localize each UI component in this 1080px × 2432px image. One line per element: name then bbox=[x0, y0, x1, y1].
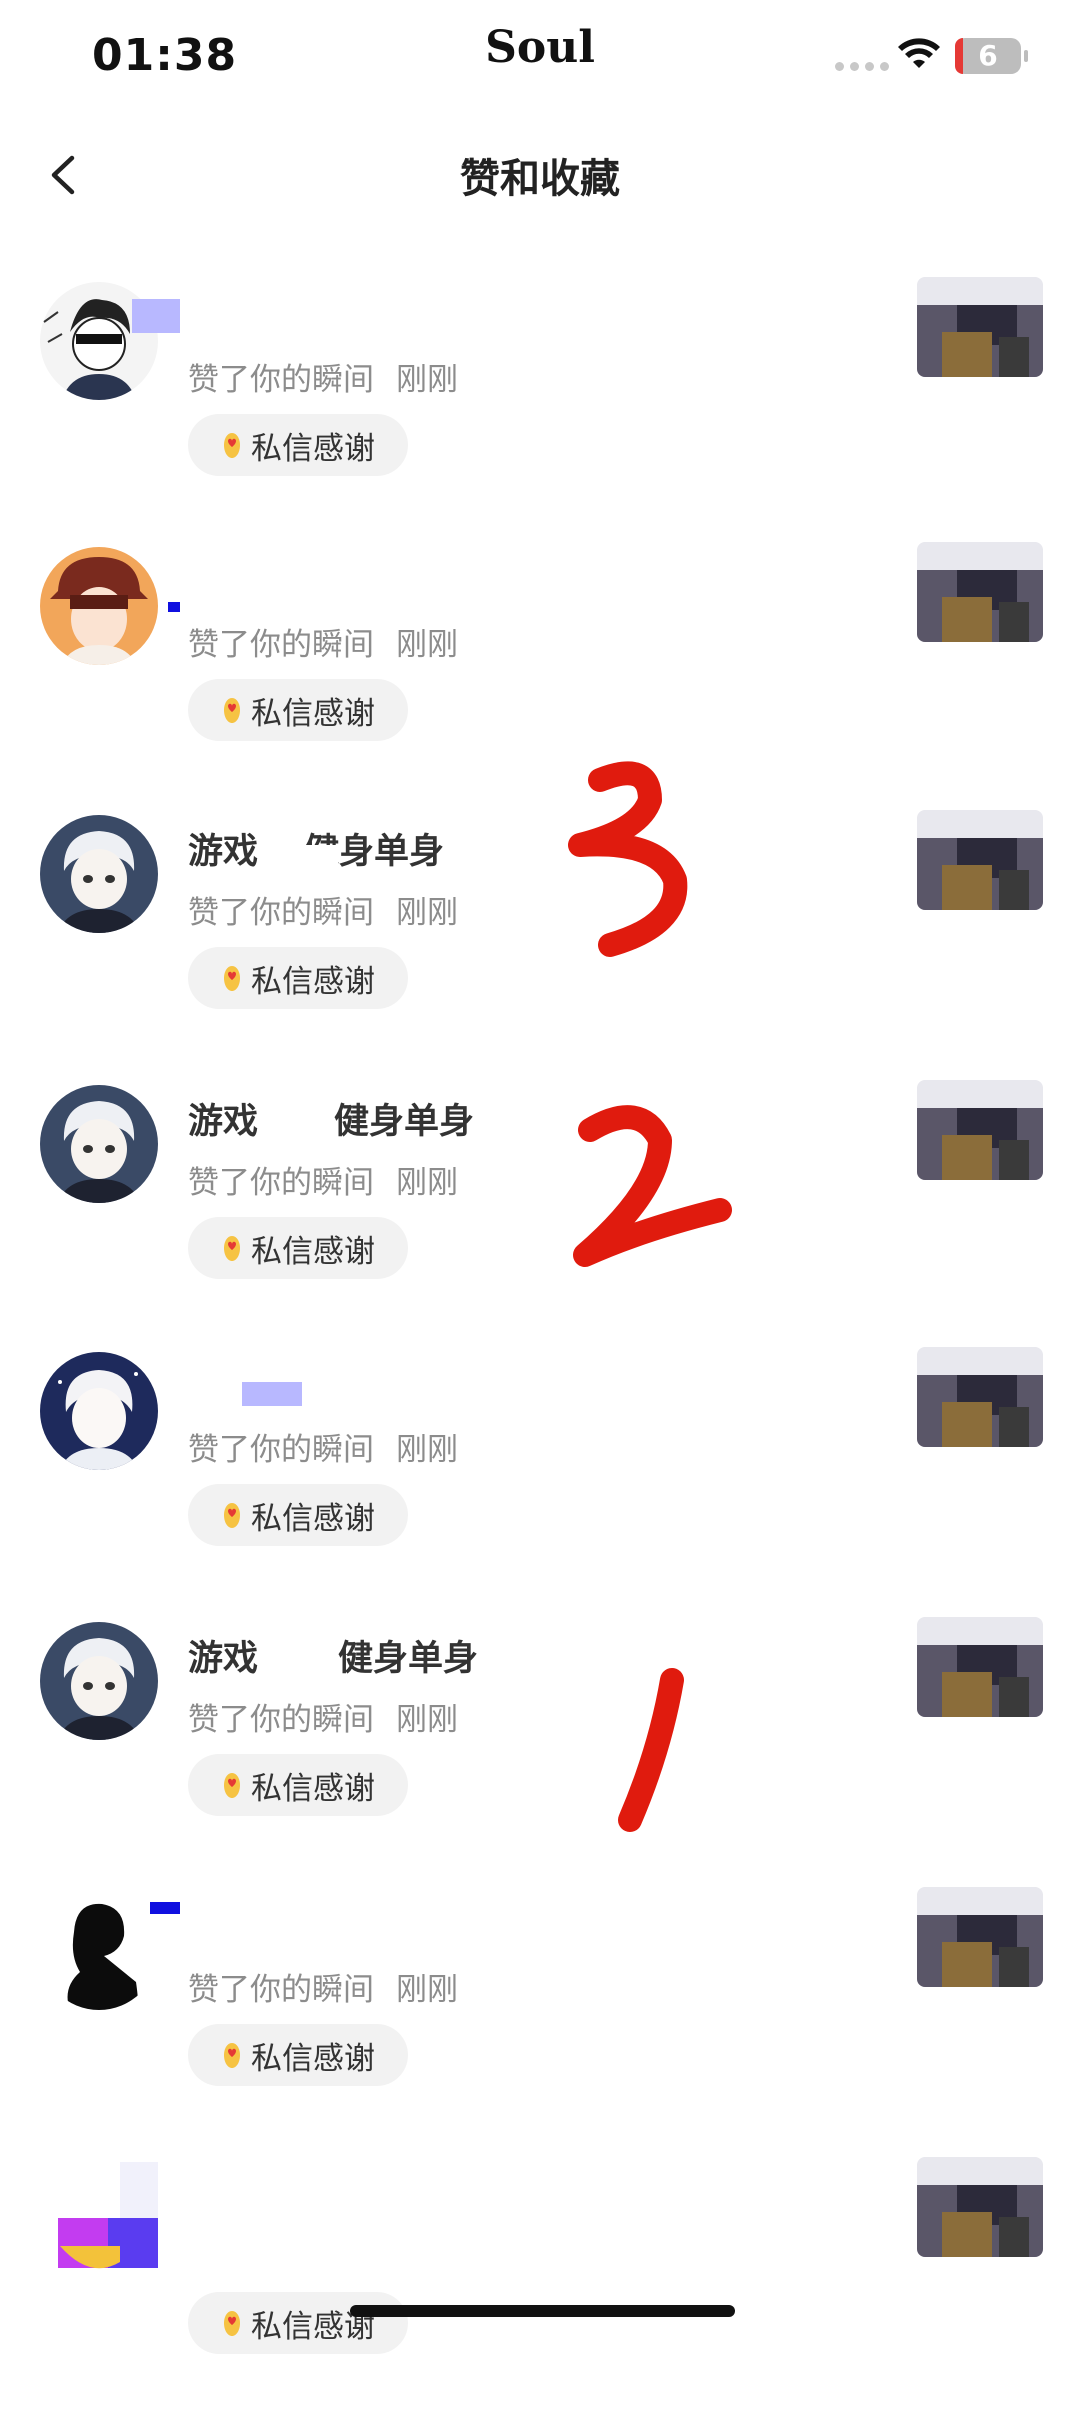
redaction bbox=[132, 299, 180, 333]
list-item[interactable]: 赞了你的瞬间 刚刚 私信感谢 bbox=[0, 277, 1080, 552]
avatar[interactable] bbox=[40, 1622, 158, 1740]
user-name-text: 游戏 bbox=[188, 1639, 259, 1679]
list-item[interactable]: 游戏 健身单身 赞了你的瞬间 刚刚 私信感谢 bbox=[0, 1080, 1080, 1355]
likes-list: 赞了你的瞬间 刚刚 私信感谢 赞了你的瞬间 刚刚 私信感谢 游戏 健身单身 赞了… bbox=[0, 0, 1080, 2354]
moment-thumbnail[interactable] bbox=[917, 1617, 1043, 1717]
moment-thumbnail[interactable] bbox=[917, 1347, 1043, 1447]
heart-hand-icon bbox=[224, 966, 240, 991]
time-label: 刚刚 bbox=[396, 362, 458, 398]
user-name-suffix: 健身单身 bbox=[334, 1102, 475, 1142]
user-name-text: 游戏 bbox=[188, 832, 259, 872]
avatar[interactable] bbox=[40, 1892, 158, 2010]
activity-text: 赞了你的瞬间 刚刚 bbox=[188, 1964, 458, 2009]
activity-text: 赞了你的瞬间 刚刚 bbox=[188, 1424, 458, 1469]
avatar[interactable] bbox=[40, 1085, 158, 1203]
thanks-button[interactable]: 私信感谢 bbox=[188, 414, 408, 476]
user-name: 游戏 健身单身 bbox=[188, 1093, 474, 1144]
redaction bbox=[298, 845, 338, 891]
time-label: 刚刚 bbox=[396, 1702, 458, 1738]
action-label: 赞了你的瞬间 bbox=[188, 1165, 374, 1201]
list-item[interactable]: 游戏 健身单身 赞了你的瞬间 刚刚 私信感谢 bbox=[0, 1617, 1080, 1892]
annotation-mark-3 bbox=[568, 761, 688, 957]
thanks-label: 私信感谢 bbox=[251, 1233, 375, 1270]
time-label: 刚刚 bbox=[396, 627, 458, 663]
activity-text: 赞了你的瞬间 刚刚 bbox=[188, 1157, 458, 1202]
heart-hand-icon bbox=[224, 1503, 240, 1528]
avatar[interactable] bbox=[40, 815, 158, 933]
action-label: 赞了你的瞬间 bbox=[188, 627, 374, 663]
heart-hand-icon bbox=[224, 1236, 240, 1261]
moment-thumbnail[interactable] bbox=[917, 277, 1043, 377]
redaction bbox=[168, 602, 180, 612]
thanks-button[interactable]: 私信感谢 bbox=[188, 1754, 408, 1816]
heart-hand-icon bbox=[224, 698, 240, 723]
thanks-button[interactable]: 私信感谢 bbox=[188, 2292, 408, 2354]
moment-thumbnail[interactable] bbox=[917, 1887, 1043, 1987]
time-label: 刚刚 bbox=[396, 895, 458, 931]
user-name-suffix: 健身单身 bbox=[338, 1639, 479, 1679]
list-item[interactable]: 私信感谢 bbox=[0, 2157, 1080, 2432]
avatar[interactable] bbox=[40, 1352, 158, 1470]
avatar[interactable] bbox=[40, 547, 158, 665]
annotation-mark-1 bbox=[618, 1668, 684, 1832]
moment-thumbnail[interactable] bbox=[917, 810, 1043, 910]
heart-hand-icon bbox=[224, 2311, 240, 2336]
moment-thumbnail[interactable] bbox=[917, 542, 1043, 642]
activity-text: 赞了你的瞬间 刚刚 bbox=[188, 1694, 458, 1739]
user-name-text: 游戏 bbox=[188, 1102, 259, 1142]
thanks-button[interactable]: 私信感谢 bbox=[188, 1217, 408, 1279]
thanks-label: 私信感谢 bbox=[251, 963, 375, 1000]
annotation-mark-2 bbox=[573, 1105, 732, 1267]
list-item[interactable]: 赞了你的瞬间 刚刚 私信感谢 bbox=[0, 1347, 1080, 1622]
thanks-button[interactable]: 私信感谢 bbox=[188, 1484, 408, 1546]
home-indicator[interactable] bbox=[350, 2305, 735, 2317]
action-label: 赞了你的瞬间 bbox=[188, 1702, 374, 1738]
thanks-label: 私信感谢 bbox=[251, 430, 375, 467]
list-item[interactable]: 赞了你的瞬间 刚刚 私信感谢 bbox=[0, 1887, 1080, 2162]
thanks-button[interactable]: 私信感谢 bbox=[188, 947, 408, 1009]
heart-hand-icon bbox=[224, 1773, 240, 1798]
time-label: 刚刚 bbox=[396, 1972, 458, 2008]
activity-text: 赞了你的瞬间 刚刚 bbox=[188, 619, 458, 664]
time-label: 刚刚 bbox=[396, 1165, 458, 1201]
thanks-label: 私信感谢 bbox=[251, 1770, 375, 1807]
redaction bbox=[242, 1382, 302, 1406]
thanks-label: 私信感谢 bbox=[251, 1500, 375, 1537]
avatar[interactable] bbox=[40, 2162, 158, 2280]
moment-thumbnail[interactable] bbox=[917, 1080, 1043, 1180]
heart-hand-icon bbox=[224, 433, 240, 458]
redaction bbox=[150, 1902, 180, 1914]
activity-text: 赞了你的瞬间 刚刚 bbox=[188, 354, 458, 399]
thanks-button[interactable]: 私信感谢 bbox=[188, 679, 408, 741]
thanks-label: 私信感谢 bbox=[251, 695, 375, 732]
thanks-button[interactable]: 私信感谢 bbox=[188, 2024, 408, 2086]
activity-text: 赞了你的瞬间 刚刚 bbox=[188, 887, 458, 932]
action-label: 赞了你的瞬间 bbox=[188, 895, 374, 931]
action-label: 赞了你的瞬间 bbox=[188, 362, 374, 398]
moment-thumbnail[interactable] bbox=[917, 2157, 1043, 2257]
action-label: 赞了你的瞬间 bbox=[188, 1432, 374, 1468]
thanks-label: 私信感谢 bbox=[251, 2040, 375, 2077]
action-label: 赞了你的瞬间 bbox=[188, 1972, 374, 2008]
user-name: 游戏 健身单身 bbox=[188, 1630, 478, 1681]
heart-hand-icon bbox=[224, 2043, 240, 2068]
time-label: 刚刚 bbox=[396, 1432, 458, 1468]
